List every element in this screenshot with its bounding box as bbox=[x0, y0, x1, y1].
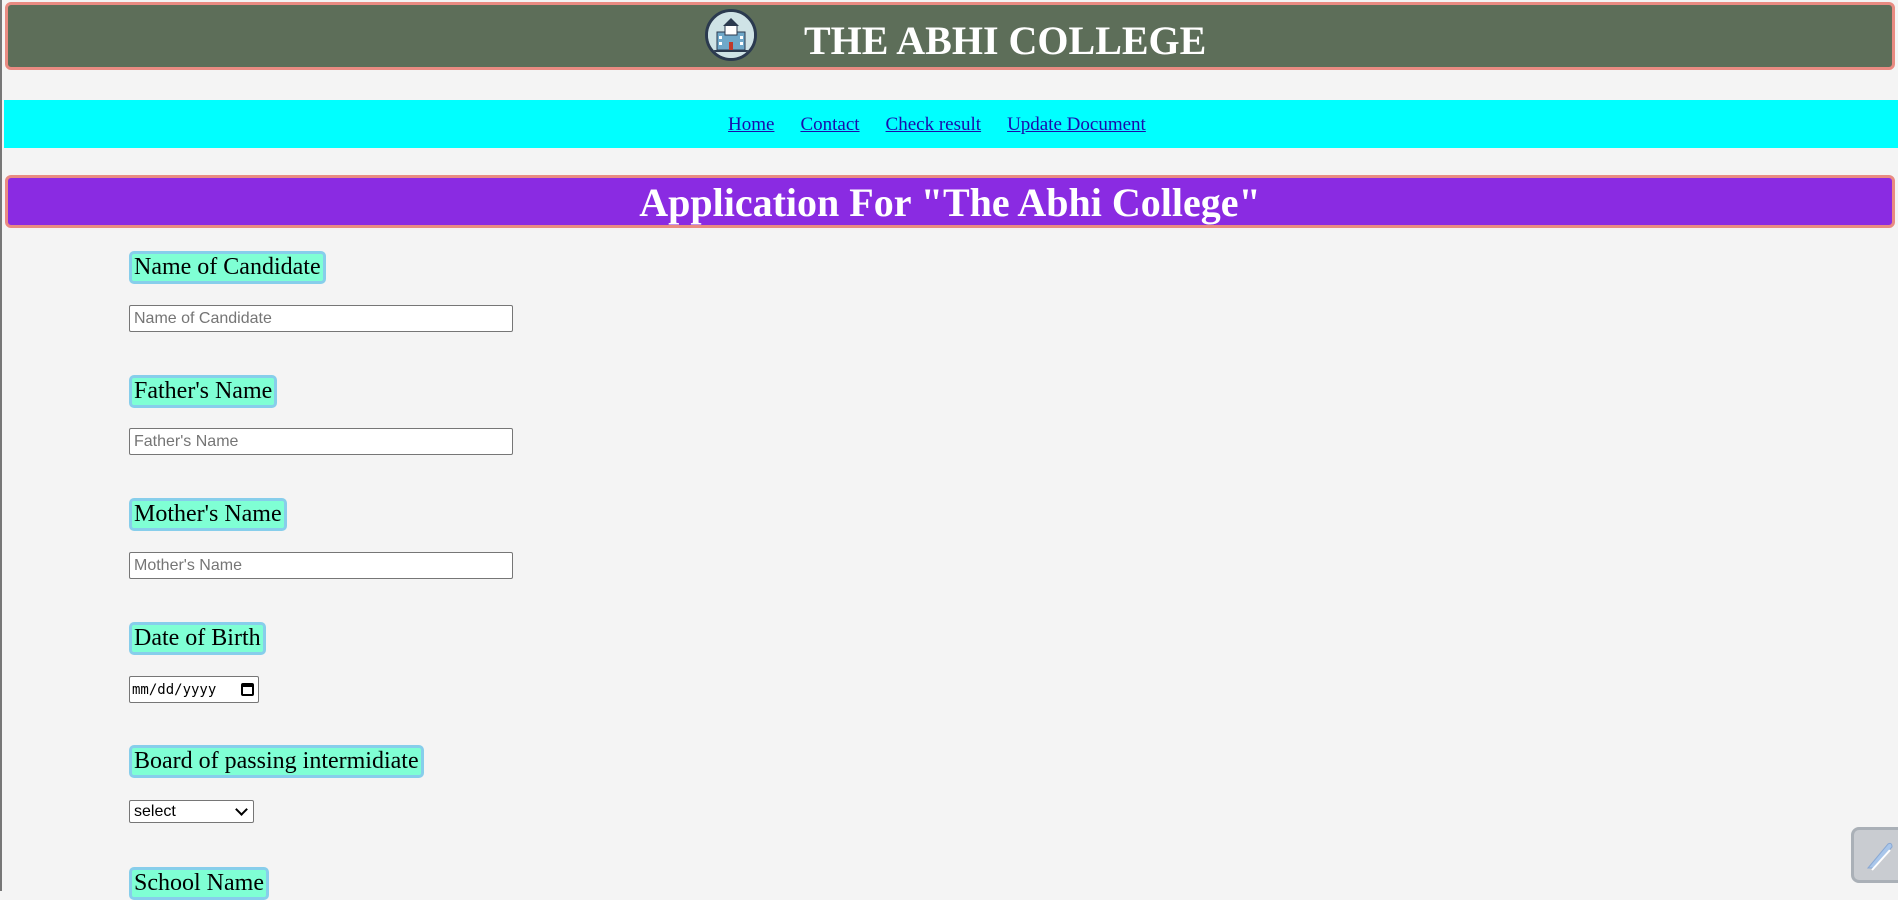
field-school-name: School Name bbox=[129, 867, 269, 900]
main-nav: Home Contact Check result Update Document bbox=[4, 100, 1898, 148]
nav-link-update-document[interactable]: Update Document bbox=[1007, 114, 1146, 136]
fathers-name-label: Father's Name bbox=[129, 375, 278, 408]
chevron-down-icon bbox=[235, 802, 248, 816]
feather-icon bbox=[1866, 842, 1893, 871]
field-date-of-birth: Date of Birth mm/dd/yyyy bbox=[129, 622, 266, 703]
field-board: Board of passing intermidiate select bbox=[129, 745, 424, 823]
name-of-candidate-input[interactable] bbox=[129, 305, 513, 332]
date-format-text: mm/dd/yyyy bbox=[132, 681, 217, 698]
fathers-name-input[interactable] bbox=[129, 428, 513, 455]
date-of-birth-label: Date of Birth bbox=[129, 622, 266, 655]
field-mothers-name: Mother's Name bbox=[129, 498, 513, 579]
site-header: THE ABHI COLLEGE bbox=[5, 2, 1895, 70]
school-name-label: School Name bbox=[129, 867, 269, 900]
floating-widget-button[interactable] bbox=[1851, 827, 1898, 883]
nav-link-check-result[interactable]: Check result bbox=[886, 114, 982, 136]
nav-link-contact[interactable]: Contact bbox=[800, 114, 859, 136]
board-select-value: select bbox=[134, 802, 176, 820]
board-select[interactable]: select bbox=[129, 800, 254, 823]
site-title: THE ABHI COLLEGE bbox=[804, 18, 1207, 63]
field-fathers-name: Father's Name bbox=[129, 375, 513, 455]
field-name-of-candidate: Name of Candidate bbox=[129, 251, 513, 332]
nav-link-home[interactable]: Home bbox=[728, 114, 774, 136]
name-of-candidate-label: Name of Candidate bbox=[129, 251, 326, 284]
board-label: Board of passing intermidiate bbox=[129, 745, 424, 778]
mothers-name-input[interactable] bbox=[129, 552, 513, 579]
college-building-icon bbox=[705, 9, 757, 61]
application-banner: Application For "The Abhi College" bbox=[5, 175, 1895, 228]
mothers-name-label: Mother's Name bbox=[129, 498, 287, 531]
calendar-icon[interactable] bbox=[241, 683, 254, 696]
application-title: Application For "The Abhi College" bbox=[639, 180, 1261, 225]
date-of-birth-input[interactable]: mm/dd/yyyy bbox=[129, 676, 259, 703]
